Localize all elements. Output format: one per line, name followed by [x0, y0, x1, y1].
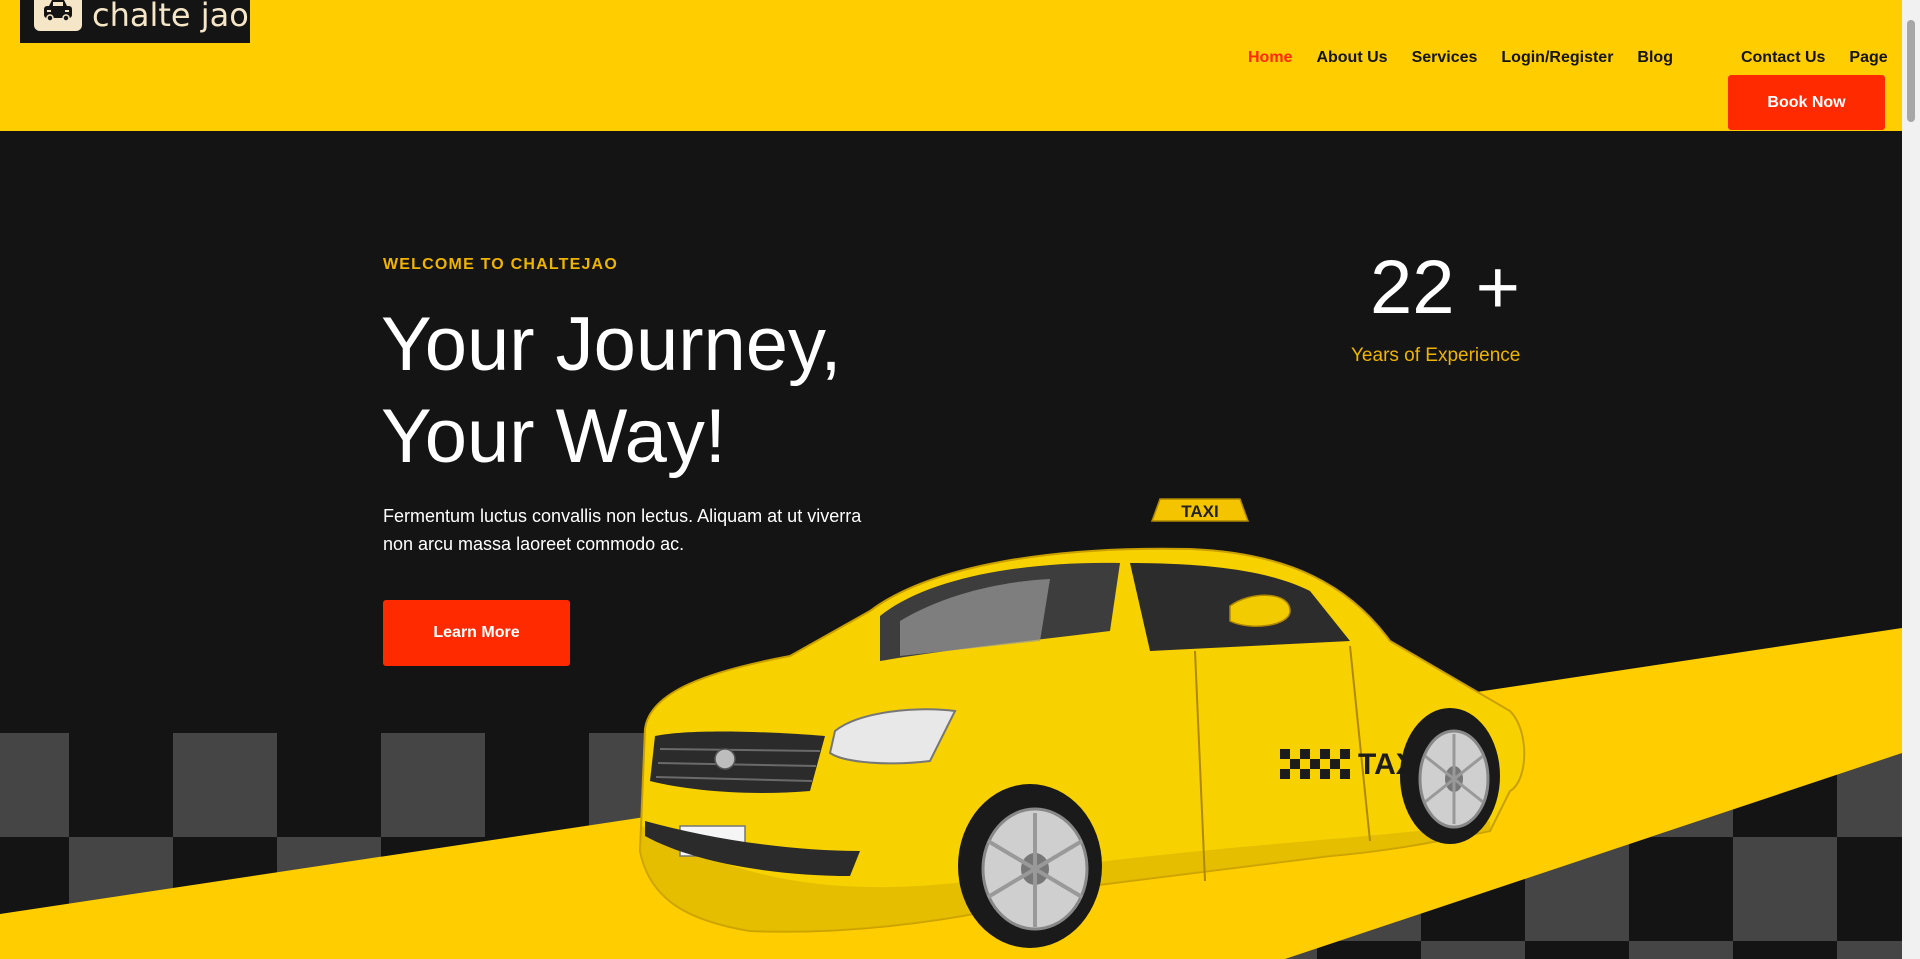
nav-contact-us[interactable]: Contact Us	[1741, 49, 1825, 67]
hero-title: Your Journey, Your Way!	[381, 299, 842, 483]
experience-stat-label: Years of Experience	[1351, 345, 1521, 366]
nav-login-register[interactable]: Login/Register	[1501, 49, 1613, 67]
front-wheel	[958, 784, 1102, 948]
page-scrollbar[interactable]	[1902, 0, 1920, 959]
nav-services[interactable]: Services	[1412, 49, 1478, 67]
book-now-button[interactable]: Book Now	[1728, 75, 1885, 130]
taxi-car-image: TAXI TAXI	[638, 498, 1526, 948]
rear-wheel	[1400, 708, 1500, 844]
nav-home[interactable]: Home	[1248, 49, 1292, 67]
main-nav: Home About Us Services Login/Register Bl…	[1248, 49, 1888, 67]
taxi-car-icon	[34, 0, 82, 31]
taxi-roof-sign-text: TAXI	[1181, 502, 1218, 521]
hero-eyebrow: WELCOME TO CHALTEJAO	[383, 256, 618, 273]
nav-page[interactable]: Page	[1849, 49, 1887, 67]
nav-blog[interactable]: Blog	[1637, 49, 1673, 67]
hero-title-line-1: Your Journey,	[381, 302, 842, 387]
learn-more-button[interactable]: Learn More	[383, 600, 570, 666]
nav-about-us[interactable]: About Us	[1316, 49, 1387, 67]
hero-section: WELCOME TO CHALTEJAO Your Journey, Your …	[0, 131, 1902, 959]
brand-name: chalte jao	[92, 0, 249, 34]
brand-logo[interactable]: chalte jao	[20, 0, 250, 43]
experience-stat-value: 22 +	[1370, 245, 1521, 330]
hero-title-line-2: Your Way!	[381, 394, 726, 479]
scrollbar-thumb[interactable]	[1907, 20, 1915, 122]
site-header: chalte jao Home About Us Services Login/…	[0, 0, 1902, 131]
